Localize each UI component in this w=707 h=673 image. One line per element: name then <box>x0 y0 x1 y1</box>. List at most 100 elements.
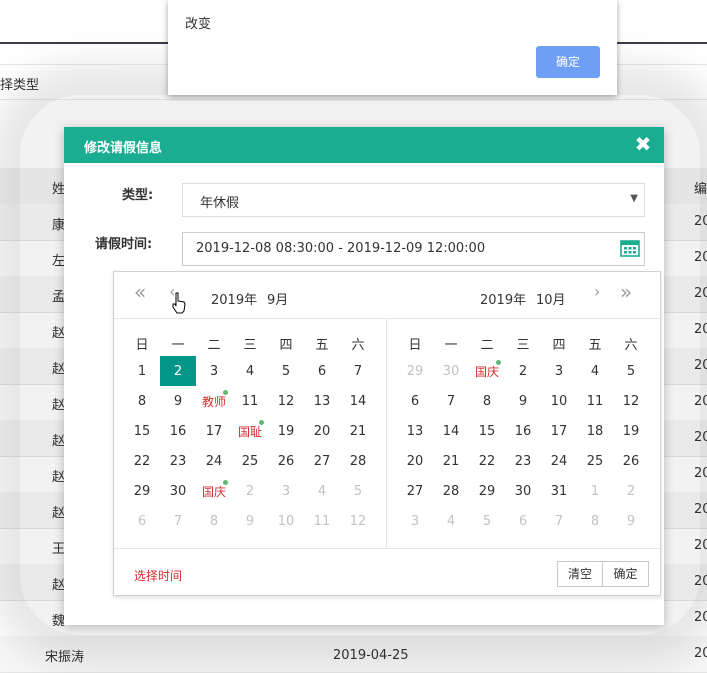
day-cell[interactable]: 国庆 <box>469 356 505 386</box>
day-cell[interactable]: 16 <box>505 416 541 446</box>
day-cell[interactable]: 3 <box>196 356 232 386</box>
day-cell[interactable]: 18 <box>577 416 613 446</box>
day-cell[interactable]: 3 <box>541 356 577 386</box>
chevron-right-icon[interactable]: › <box>594 282 600 302</box>
day-cell[interactable]: 2 <box>613 476 649 506</box>
day-cell[interactable]: 31 <box>541 476 577 506</box>
day-cell[interactable]: 29 <box>124 476 160 506</box>
day-cell[interactable]: 7 <box>340 356 376 386</box>
confirm-button[interactable]: 确定 <box>602 561 649 587</box>
day-cell[interactable]: 15 <box>124 416 160 446</box>
day-cell[interactable]: 8 <box>124 386 160 416</box>
day-cell[interactable]: 25 <box>232 446 268 476</box>
day-cell[interactable]: 4 <box>433 506 469 536</box>
day-cell[interactable]: 19 <box>613 416 649 446</box>
left-year[interactable]: 2019年 <box>211 289 257 308</box>
selected-day-cell[interactable]: 2 <box>160 356 196 386</box>
day-cell[interactable]: 22 <box>469 446 505 476</box>
day-cell[interactable]: 5 <box>340 476 376 506</box>
day-cell[interactable]: 6 <box>124 506 160 536</box>
clear-button[interactable]: 清空 <box>557 561 603 587</box>
day-cell[interactable]: 23 <box>505 446 541 476</box>
day-cell[interactable]: 9 <box>613 506 649 536</box>
day-cell[interactable]: 6 <box>397 386 433 416</box>
day-cell[interactable]: 1 <box>577 476 613 506</box>
day-cell[interactable]: 26 <box>613 446 649 476</box>
day-cell[interactable]: 7 <box>541 506 577 536</box>
day-cell[interactable]: 9 <box>232 506 268 536</box>
day-cell[interactable]: 12 <box>340 506 376 536</box>
alert-ok-button[interactable]: 确定 <box>536 46 600 78</box>
day-cell[interactable]: 30 <box>505 476 541 506</box>
day-cell[interactable]: 20 <box>304 416 340 446</box>
day-cell[interactable]: 国耻 <box>232 416 268 446</box>
day-cell[interactable]: 国庆 <box>196 476 232 506</box>
day-cell[interactable]: 6 <box>505 506 541 536</box>
day-cell[interactable]: 5 <box>268 356 304 386</box>
right-year[interactable]: 2019年 <box>480 289 526 308</box>
day-cell[interactable]: 1 <box>124 356 160 386</box>
day-cell[interactable]: 2 <box>505 356 541 386</box>
day-cell[interactable]: 28 <box>340 446 376 476</box>
double-chevron-left-icon[interactable]: « <box>134 282 146 302</box>
day-cell[interactable]: 14 <box>433 416 469 446</box>
day-cell[interactable]: 2 <box>232 476 268 506</box>
day-cell[interactable]: 23 <box>160 446 196 476</box>
leave-type-select[interactable]: 年休假 ▼ <box>182 183 645 217</box>
day-cell[interactable]: 3 <box>397 506 433 536</box>
day-cell[interactable]: 4 <box>232 356 268 386</box>
day-cell[interactable]: 29 <box>469 476 505 506</box>
right-month[interactable]: 10月 <box>536 289 566 308</box>
day-cell[interactable]: 27 <box>304 446 340 476</box>
day-cell[interactable]: 19 <box>268 416 304 446</box>
day-cell[interactable]: 10 <box>268 506 304 536</box>
day-cell[interactable]: 12 <box>613 386 649 416</box>
day-cell[interactable]: 5 <box>613 356 649 386</box>
day-cell[interactable]: 28 <box>433 476 469 506</box>
day-cell[interactable]: 8 <box>577 506 613 536</box>
day-cell[interactable]: 8 <box>196 506 232 536</box>
double-chevron-right-icon[interactable]: » <box>620 282 632 302</box>
day-cell[interactable]: 13 <box>397 416 433 446</box>
day-cell[interactable]: 8 <box>469 386 505 416</box>
day-cell[interactable]: 17 <box>196 416 232 446</box>
day-cell[interactable]: 4 <box>304 476 340 506</box>
day-cell[interactable]: 6 <box>304 356 340 386</box>
day-cell[interactable]: 24 <box>541 446 577 476</box>
day-cell[interactable]: 7 <box>160 506 196 536</box>
day-cell[interactable]: 3 <box>268 476 304 506</box>
left-month[interactable]: 9月 <box>267 289 288 308</box>
day-cell[interactable]: 12 <box>268 386 304 416</box>
day-cell[interactable]: 11 <box>577 386 613 416</box>
day-cell[interactable]: 24 <box>196 446 232 476</box>
day-cell[interactable]: 13 <box>304 386 340 416</box>
day-cell[interactable]: 7 <box>433 386 469 416</box>
leave-time-input[interactable]: 2019-12-08 08:30:00 - 2019-12-09 12:00:0… <box>182 232 645 266</box>
day-cell[interactable]: 22 <box>124 446 160 476</box>
select-time-link[interactable]: 选择时间 <box>134 567 182 584</box>
close-icon[interactable]: ✖ <box>631 132 655 156</box>
day-cell[interactable]: 27 <box>397 476 433 506</box>
day-cell[interactable]: 20 <box>397 446 433 476</box>
day-cell[interactable]: 4 <box>577 356 613 386</box>
day-cell[interactable]: 11 <box>304 506 340 536</box>
day-cell[interactable]: 25 <box>577 446 613 476</box>
day-cell[interactable]: 17 <box>541 416 577 446</box>
day-cell[interactable]: 16 <box>160 416 196 446</box>
day-cell[interactable]: 5 <box>469 506 505 536</box>
day-cell[interactable]: 15 <box>469 416 505 446</box>
day-cell[interactable]: 30 <box>160 476 196 506</box>
day-cell[interactable]: 14 <box>340 386 376 416</box>
day-cell[interactable]: 21 <box>433 446 469 476</box>
day-cell[interactable]: 9 <box>505 386 541 416</box>
day-cell[interactable]: 10 <box>541 386 577 416</box>
right-month-grid: 日一二三四五六 29 30 国庆 2 3 4 5 6 7 8 9 10 11 12 13 14 15 16 17 18 1… <box>397 330 649 536</box>
day-cell[interactable]: 21 <box>340 416 376 446</box>
day-cell[interactable]: 30 <box>433 356 469 386</box>
day-cell[interactable]: 29 <box>397 356 433 386</box>
day-cell[interactable]: 11 <box>232 386 268 416</box>
day-cell[interactable]: 9 <box>160 386 196 416</box>
day-cell[interactable]: 26 <box>268 446 304 476</box>
calendar-icon[interactable] <box>620 239 640 257</box>
day-cell[interactable]: 教师 <box>196 386 232 416</box>
